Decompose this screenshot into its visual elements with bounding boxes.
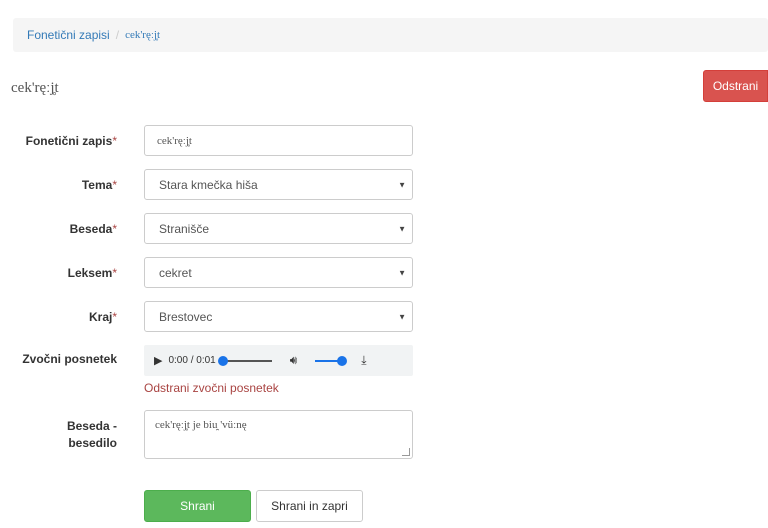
text-textarea[interactable]: cek'ręːj̥t je biu̯ 'vüːnę — [144, 410, 413, 459]
word-select[interactable]: Stranišče ▼ — [144, 213, 413, 244]
save-and-close-button[interactable]: Shrani in zapri — [256, 490, 363, 522]
theme-select[interactable]: Stara kmečka hiša ▼ — [144, 169, 413, 200]
word-select-value: Stranišče — [159, 221, 210, 236]
progress-knob[interactable] — [217, 355, 228, 366]
text-label-line1: Beseda - — [66, 419, 117, 433]
word-label-text: Beseda — [69, 222, 113, 236]
required-marker: * — [112, 134, 117, 148]
required-marker: * — [112, 310, 117, 324]
volume-icon[interactable]: 🔊︎ — [290, 353, 298, 368]
text-textarea-value: cek'ręːj̥t je biu̯ 'vüːnę — [155, 419, 247, 431]
phonetic-label-text: Fonetični zapis — [25, 134, 113, 148]
audio-progress-slider[interactable] — [217, 355, 272, 366]
chevron-down-icon: ▼ — [398, 268, 406, 277]
word-label: Beseda* — [0, 222, 117, 236]
chevron-down-icon: ▼ — [398, 224, 406, 233]
phonetic-input-value: cek'ręːj̥t — [157, 134, 192, 147]
delete-button[interactable]: Odstrani — [703, 70, 768, 102]
theme-select-value: Stara kmečka hiša — [159, 177, 258, 192]
lexeme-label-text: Leksem — [67, 266, 113, 280]
volume-slider[interactable] — [315, 355, 348, 366]
lexeme-label: Leksem* — [0, 266, 117, 280]
resize-grip-icon[interactable] — [402, 448, 410, 456]
lexeme-select-value: cekret — [159, 265, 192, 280]
audio-player: ▶ 0:00 / 0:01 🔊︎ ⤓ — [144, 345, 413, 376]
text-label-line2: besedilo — [68, 436, 117, 450]
lexeme-select[interactable]: cekret ▼ — [144, 257, 413, 288]
required-marker: * — [112, 266, 117, 280]
text-label: Beseda - besedilo — [0, 418, 117, 452]
breadcrumb-current: cek'ręːj̥t — [125, 29, 161, 41]
phonetic-input[interactable]: cek'ręːj̥t — [144, 125, 413, 156]
region-label-text: Kraj — [88, 310, 113, 324]
audio-label: Zvočni posnetek — [22, 352, 117, 366]
breadcrumb-root-link[interactable]: Fonetični zapisi — [27, 28, 110, 42]
phonetic-label: Fonetični zapis* — [0, 134, 117, 148]
chevron-down-icon: ▼ — [398, 312, 406, 321]
region-select[interactable]: Brestovec ▼ — [144, 301, 413, 332]
volume-knob[interactable] — [337, 355, 348, 366]
remove-audio-link[interactable]: Odstrani zvočni posnetek — [144, 381, 279, 395]
required-marker: * — [112, 222, 117, 236]
theme-label: Tema* — [0, 178, 117, 192]
audio-time: 0:00 / 0:01 — [168, 355, 216, 366]
theme-label-text: Tema — [81, 178, 113, 192]
breadcrumb: Fonetični zapisi / cek'ręːj̥t — [13, 18, 768, 52]
region-select-value: Brestovec — [159, 309, 213, 324]
chevron-down-icon: ▼ — [398, 180, 406, 189]
play-icon[interactable]: ▶ — [154, 354, 162, 367]
required-marker: * — [112, 178, 117, 192]
save-button[interactable]: Shrani — [144, 490, 251, 522]
download-icon[interactable]: ⤓ — [361, 353, 366, 368]
page-title: cek'ręːj̥t — [11, 80, 59, 96]
breadcrumb-separator: / — [115, 28, 120, 42]
region-label: Kraj* — [0, 310, 117, 324]
